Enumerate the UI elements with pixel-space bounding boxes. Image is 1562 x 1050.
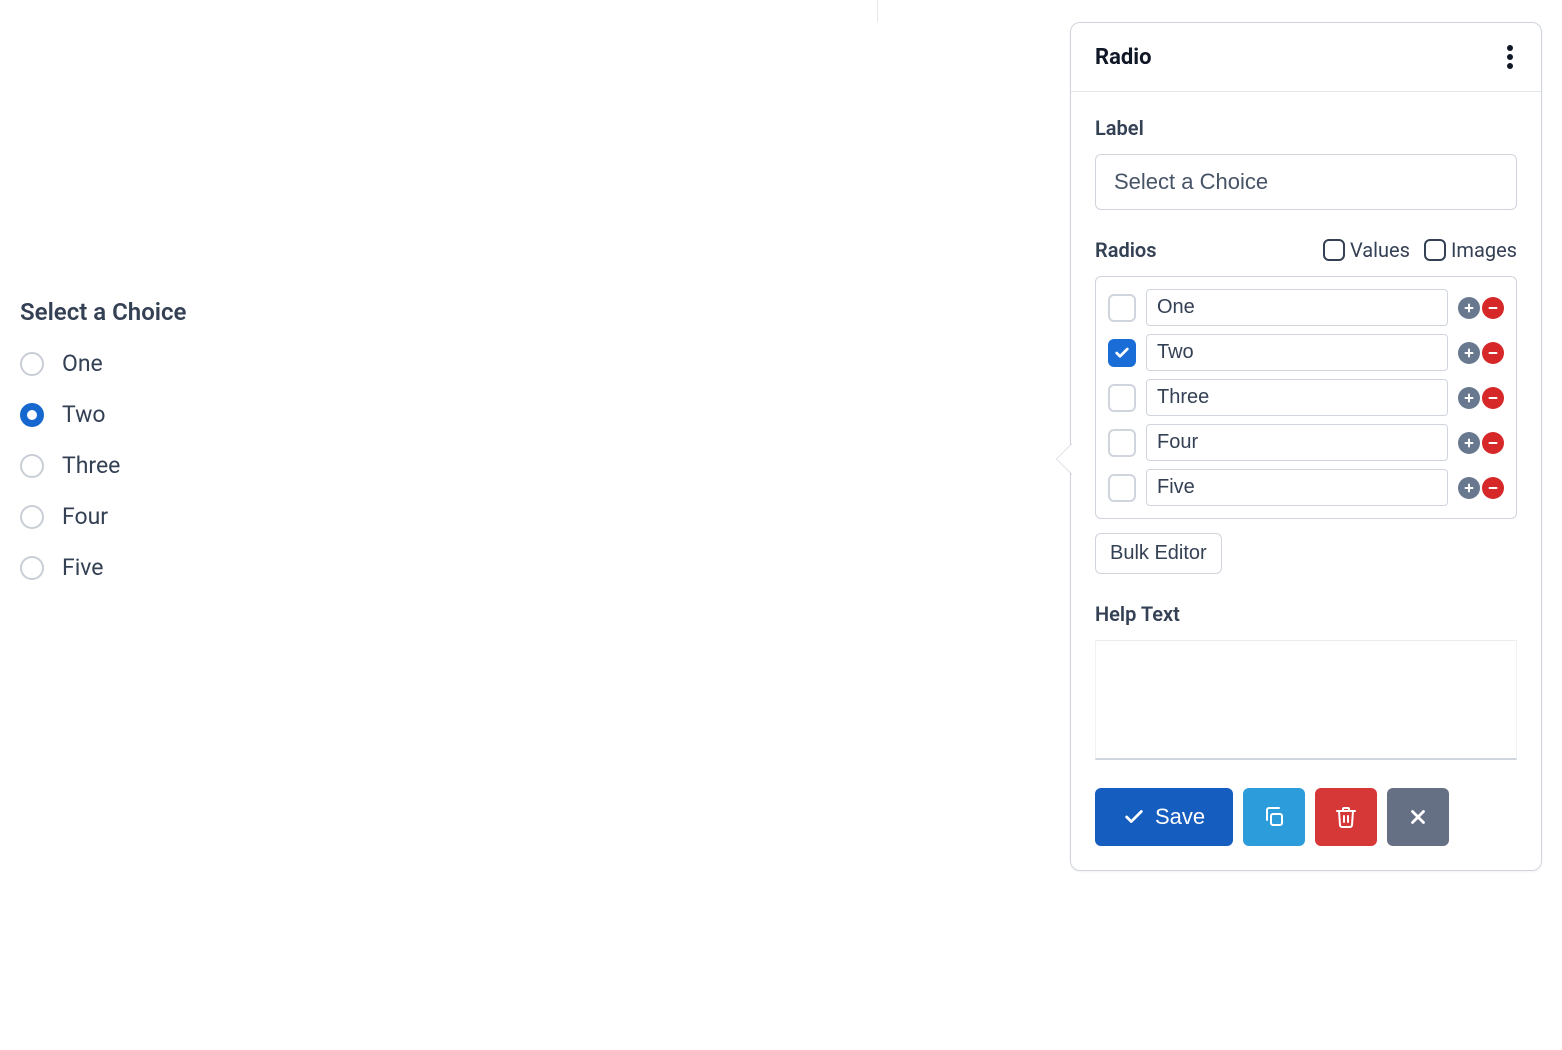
delete-button[interactable]: [1315, 788, 1377, 846]
option-action-buttons: [1458, 342, 1504, 364]
option-row: [1108, 289, 1504, 326]
copy-icon: [1262, 805, 1286, 829]
radio-icon: [20, 505, 44, 529]
option-default-checkbox[interactable]: [1108, 339, 1136, 367]
radio-option-label: Three: [62, 452, 120, 479]
radio-option[interactable]: One: [20, 350, 720, 377]
radio-option-label: Two: [62, 401, 105, 428]
remove-option-button[interactable]: [1482, 342, 1504, 364]
preview-label: Select a Choice: [20, 298, 720, 326]
add-option-button[interactable]: [1458, 342, 1480, 364]
minus-icon: [1487, 302, 1499, 314]
option-text-input[interactable]: [1146, 469, 1448, 506]
option-action-buttons: [1458, 387, 1504, 409]
radio-icon: [20, 454, 44, 478]
radio-option-label: One: [62, 350, 103, 377]
option-default-checkbox[interactable]: [1108, 474, 1136, 502]
edit-panel: Radio Label Radios Values Images Bul: [1070, 22, 1542, 871]
radio-option-label: Five: [62, 554, 104, 581]
option-text-input[interactable]: [1146, 424, 1448, 461]
label-field-input[interactable]: [1095, 154, 1517, 210]
help-text-label: Help Text: [1095, 602, 1517, 626]
panel-title: Radio: [1095, 45, 1152, 70]
add-option-button[interactable]: [1458, 432, 1480, 454]
add-option-button[interactable]: [1458, 387, 1480, 409]
option-default-checkbox[interactable]: [1108, 429, 1136, 457]
plus-icon: [1463, 437, 1475, 449]
panel-header: Radio: [1071, 23, 1541, 92]
minus-icon: [1487, 482, 1499, 494]
option-row: [1108, 469, 1504, 506]
option-action-buttons: [1458, 432, 1504, 454]
close-button[interactable]: [1387, 788, 1449, 846]
option-row: [1108, 379, 1504, 416]
help-text-input[interactable]: [1095, 640, 1517, 760]
checkbox-icon: [1424, 239, 1446, 261]
copy-button[interactable]: [1243, 788, 1305, 846]
check-icon: [1114, 345, 1130, 361]
images-checkbox-label: Images: [1451, 238, 1517, 262]
values-checkbox[interactable]: Values: [1323, 238, 1410, 262]
option-text-input[interactable]: [1146, 289, 1448, 326]
plus-icon: [1463, 392, 1475, 404]
values-checkbox-label: Values: [1350, 238, 1410, 262]
radios-options-box: [1095, 276, 1517, 519]
option-action-buttons: [1458, 477, 1504, 499]
images-checkbox[interactable]: Images: [1424, 238, 1517, 262]
label-field-label: Label: [1095, 116, 1517, 140]
kebab-menu-icon[interactable]: [1503, 41, 1517, 73]
radio-icon: [20, 403, 44, 427]
option-action-buttons: [1458, 297, 1504, 319]
remove-option-button[interactable]: [1482, 477, 1504, 499]
remove-option-button[interactable]: [1482, 432, 1504, 454]
minus-icon: [1487, 437, 1499, 449]
save-button-label: Save: [1155, 804, 1205, 830]
option-row: [1108, 424, 1504, 461]
add-option-button[interactable]: [1458, 297, 1480, 319]
panel-pointer: [1057, 443, 1073, 475]
bulk-editor-button[interactable]: Bulk Editor: [1095, 533, 1222, 574]
trash-icon: [1334, 805, 1358, 829]
radio-option-label: Four: [62, 503, 108, 530]
radio-option[interactable]: Two: [20, 401, 720, 428]
minus-icon: [1487, 392, 1499, 404]
radio-preview: Select a Choice One Two Three Four Five: [20, 298, 720, 605]
option-row: [1108, 334, 1504, 371]
divider: [877, 0, 878, 22]
remove-option-button[interactable]: [1482, 387, 1504, 409]
plus-icon: [1463, 302, 1475, 314]
radio-option[interactable]: Five: [20, 554, 720, 581]
option-default-checkbox[interactable]: [1108, 294, 1136, 322]
option-default-checkbox[interactable]: [1108, 384, 1136, 412]
close-icon: [1407, 806, 1429, 828]
option-text-input[interactable]: [1146, 334, 1448, 371]
save-button[interactable]: Save: [1095, 788, 1233, 846]
minus-icon: [1487, 347, 1499, 359]
option-text-input[interactable]: [1146, 379, 1448, 416]
radio-icon: [20, 556, 44, 580]
add-option-button[interactable]: [1458, 477, 1480, 499]
plus-icon: [1463, 482, 1475, 494]
remove-option-button[interactable]: [1482, 297, 1504, 319]
check-icon: [1123, 806, 1145, 828]
radio-option[interactable]: Four: [20, 503, 720, 530]
checkbox-icon: [1323, 239, 1345, 261]
radio-option[interactable]: Three: [20, 452, 720, 479]
radio-icon: [20, 352, 44, 376]
radios-section-title: Radios: [1095, 238, 1157, 262]
plus-icon: [1463, 347, 1475, 359]
